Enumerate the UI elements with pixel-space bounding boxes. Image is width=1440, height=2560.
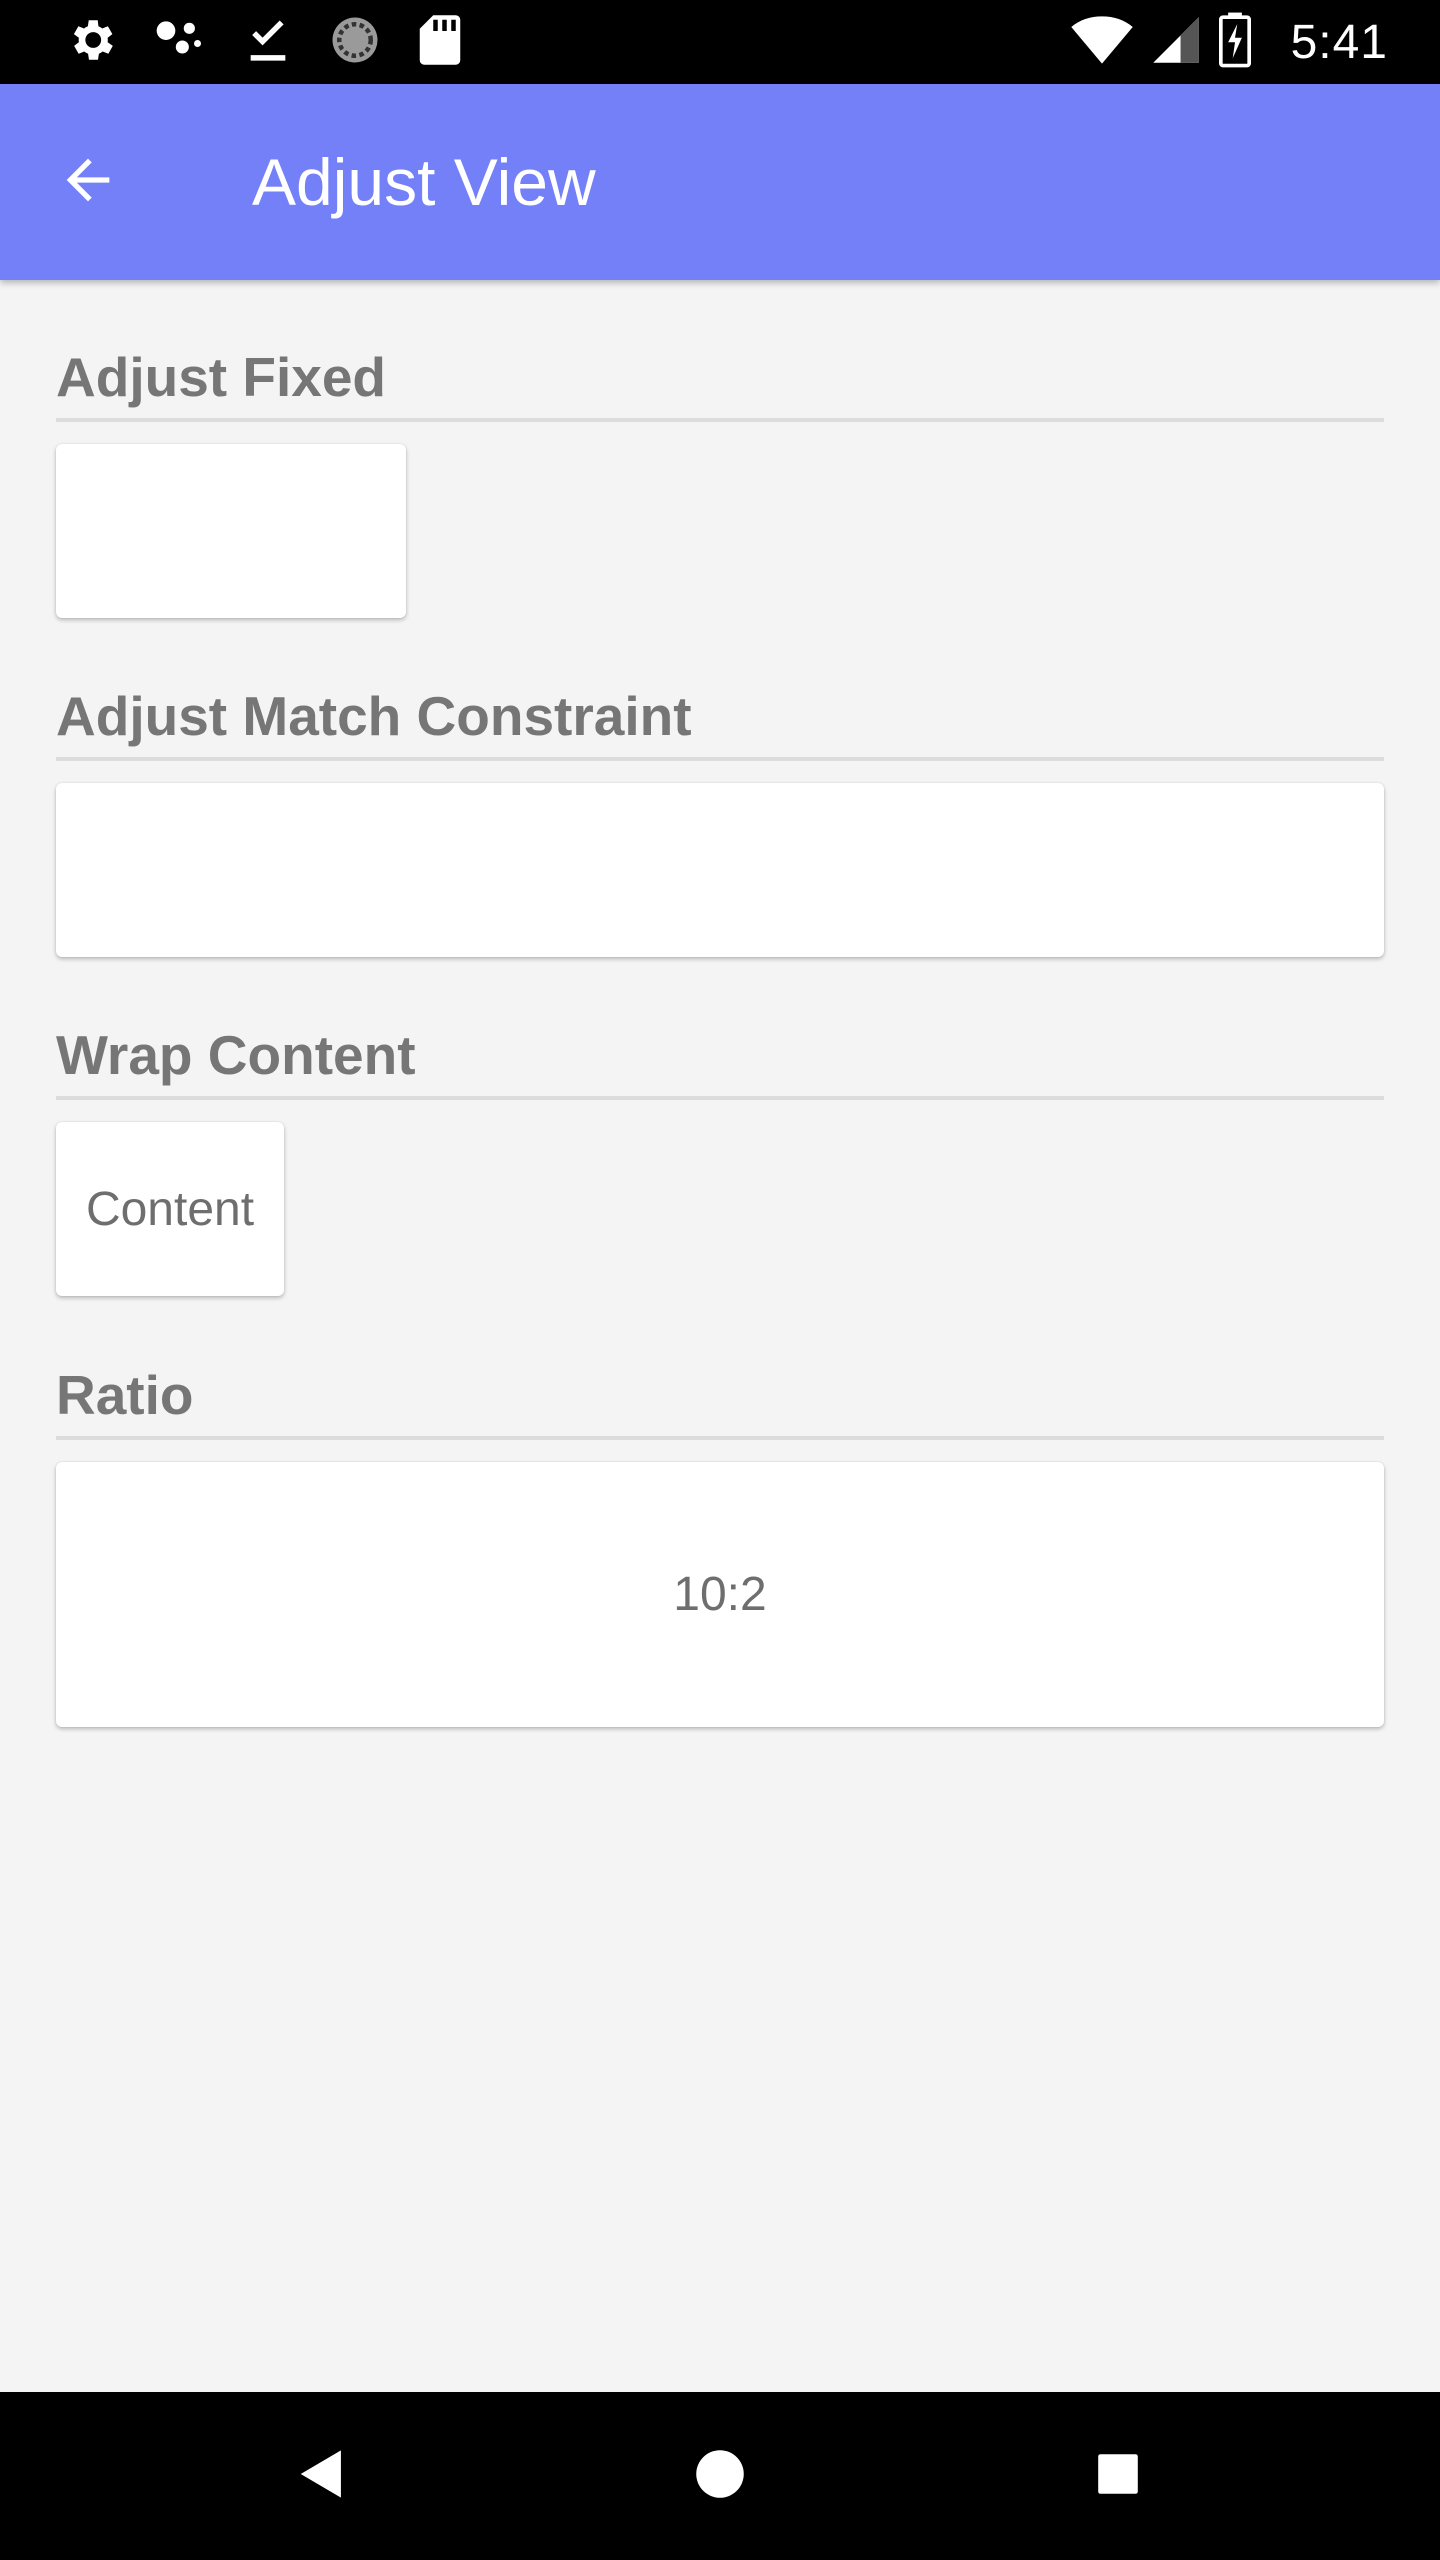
ratio-card: 10:2: [56, 1462, 1384, 1727]
section-title: Adjust Fixed: [56, 346, 387, 408]
adjust-match-constraint-card: [56, 783, 1384, 957]
section-title: Adjust Match Constraint: [56, 685, 692, 747]
assistant-dots-icon: [152, 12, 208, 73]
status-left-icons: [64, 14, 464, 70]
section-adjust-fixed: Adjust Fixed: [56, 342, 1384, 422]
download-done-icon: [242, 14, 294, 71]
app-bar: Adjust View: [0, 84, 1440, 280]
section-wrap-content: Wrap Content: [56, 1020, 1384, 1100]
nav-recents-button[interactable]: [1068, 2426, 1168, 2526]
section-ratio: Ratio: [56, 1360, 1384, 1440]
section-divider: [56, 418, 1384, 422]
section-divider: [56, 1096, 1384, 1100]
section-title: Ratio: [56, 1364, 194, 1426]
page-title: Adjust View: [252, 145, 596, 219]
card-text: 10:2: [673, 1568, 767, 1621]
settings-icon: [64, 13, 118, 72]
status-right-icons: 5:41: [1070, 12, 1388, 73]
back-button[interactable]: [40, 134, 136, 230]
sync-progress-icon: [328, 13, 382, 72]
navigation-bar: [0, 2392, 1440, 2560]
wifi-icon: [1070, 14, 1133, 71]
wrap-content-card: Content: [56, 1122, 284, 1296]
nav-back-button[interactable]: [272, 2426, 372, 2526]
back-triangle-icon: [298, 2448, 346, 2505]
home-circle-icon: [695, 2449, 745, 2504]
battery-charging-icon: [1218, 12, 1251, 73]
status-bar: 5:41: [0, 0, 1440, 84]
adjust-fixed-card: [56, 444, 406, 618]
clock: 5:41: [1290, 15, 1388, 69]
recents-square-icon: [1096, 2452, 1140, 2501]
sd-card-icon: [416, 13, 464, 72]
card-text: Content: [85, 1182, 255, 1236]
nav-home-button[interactable]: [670, 2426, 770, 2526]
cell-signal-icon: [1151, 14, 1201, 71]
section-adjust-match-constraint: Adjust Match Constraint: [56, 681, 1384, 761]
section-divider: [56, 757, 1384, 761]
section-title: Wrap Content: [56, 1024, 416, 1086]
arrow-back-icon: [56, 148, 120, 217]
section-divider: [56, 1436, 1384, 1440]
